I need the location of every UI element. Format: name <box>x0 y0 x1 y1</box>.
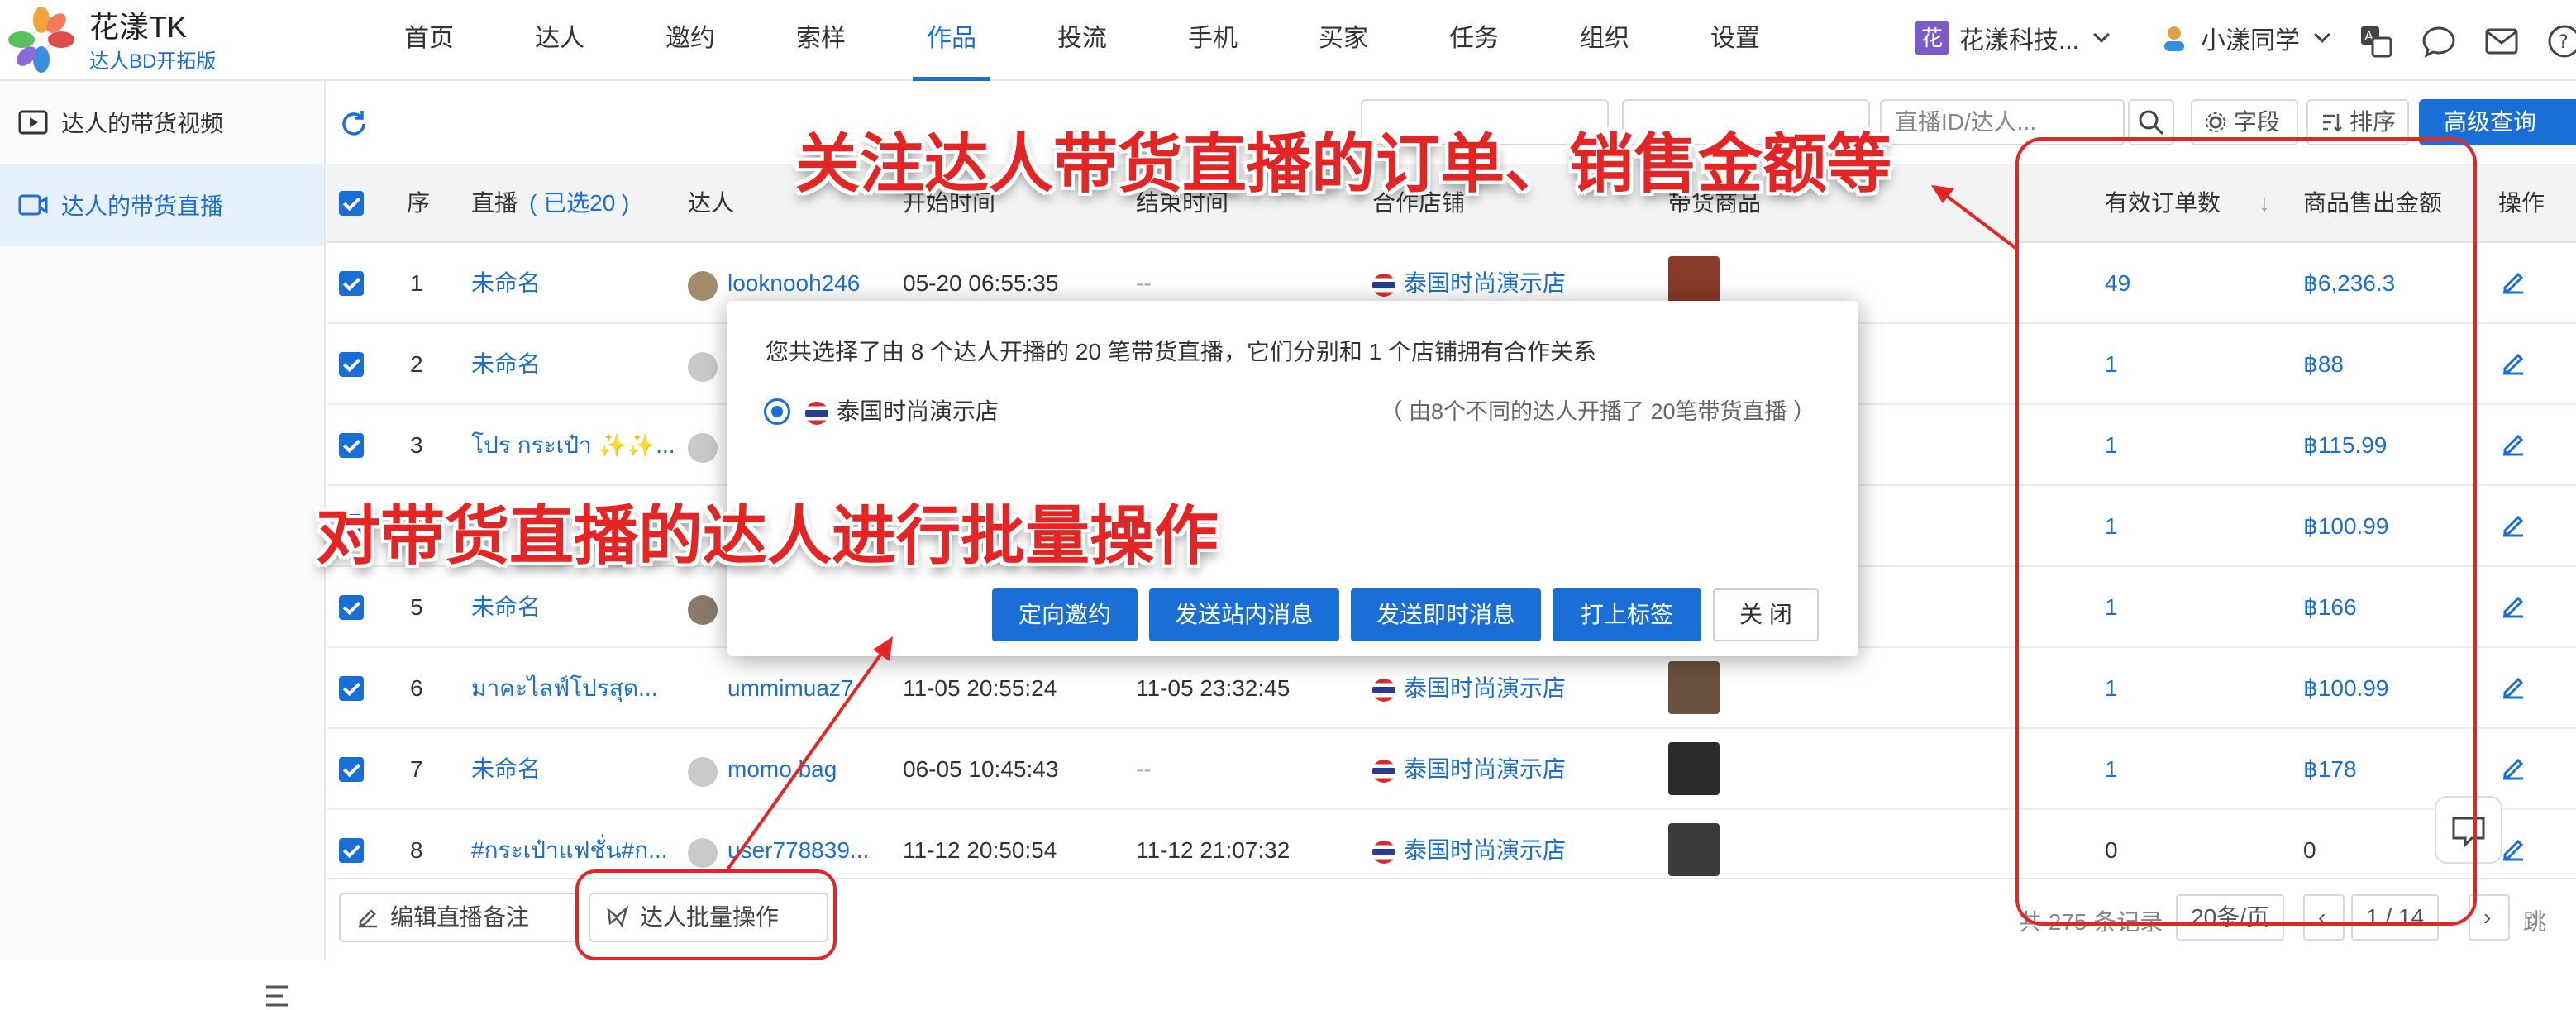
callout-middle: 对带货直播的达人进行批量操作 <box>316 499 1219 572</box>
collapse-menu-icon[interactable] <box>263 982 291 1010</box>
callout-top: 关注达人带货直播的订单、销售金额等 <box>795 127 1892 200</box>
